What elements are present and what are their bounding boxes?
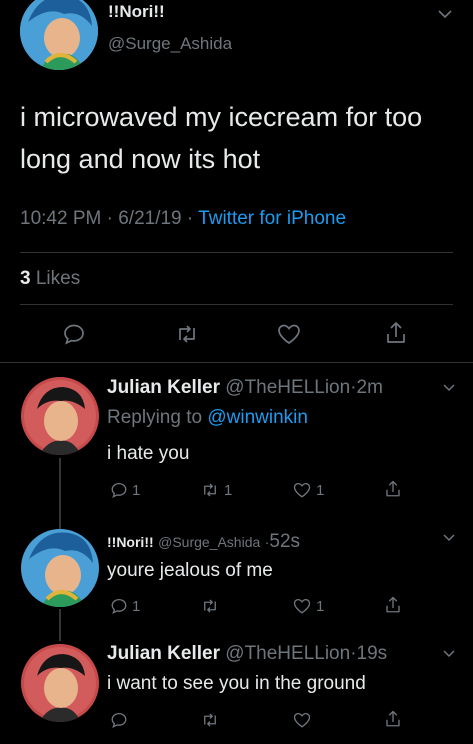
share-icon[interactable] [384,320,408,346]
chevron-down-icon[interactable] [442,383,456,393]
reply-author-name[interactable]: Julian Keller [107,377,220,398]
author-name[interactable]: !!Nori!! [108,2,165,22]
meta-separator: · [106,208,113,229]
likes-count[interactable]: 3 Likes [20,268,80,290]
reply-text: i hate you [107,443,190,464]
chevron-down-icon[interactable] [437,8,453,20]
retweet-icon [200,597,220,615]
replying-to-label: Replying to [107,407,203,428]
share-icon[interactable] [384,595,402,615]
reply-author-name[interactable]: Julian Keller [107,643,220,664]
like-icon [292,597,312,615]
reply-time[interactable]: 19s [357,643,388,664]
replying-to-handle[interactable]: @winwinkin [207,407,308,428]
reply-text: youre jealous of me [107,560,273,581]
avatar[interactable] [20,0,98,70]
tweet-text: i microwaved my icecream for too long an… [20,96,422,180]
author-handle[interactable]: @Surge_Ashida [108,34,232,54]
reply-author-handle[interactable]: @TheHELLion [225,377,350,398]
reply-text: i want to see you in the ground [107,673,366,694]
tweet-date[interactable]: 6/21/19 [118,208,181,229]
avatar[interactable] [21,529,99,607]
meta-separator: · [186,208,194,229]
retweet-button[interactable]: 1 [200,481,232,499]
reply-icon [110,597,128,615]
divider [0,362,473,363]
reply-author-handle[interactable]: @TheHELLion [225,643,350,664]
retweet-icon[interactable] [200,711,220,729]
likes-label: Likes [35,268,81,289]
reply-count: 1 [132,597,141,615]
like-button[interactable]: 1 [292,597,324,615]
thread-line [59,458,61,532]
chevron-down-icon[interactable] [442,649,456,659]
tweet-source[interactable]: Twitter for iPhone [198,208,346,229]
retweet-icon[interactable] [174,322,200,346]
like-icon [292,481,312,499]
reply-icon[interactable] [110,711,128,729]
divider [20,252,453,253]
avatar[interactable] [21,377,99,455]
reply-author-name[interactable]: !!Nori!! [107,534,154,550]
reply-button[interactable]: 1 [110,481,140,499]
share-icon[interactable] [384,709,402,729]
reply-time[interactable]: 52s [269,531,300,552]
avatar[interactable] [21,644,99,722]
tweet-time[interactable]: 10:42 PM [20,208,101,229]
replying-to: Replying to @winwinkin [107,407,308,429]
divider [20,304,453,305]
reply-header: Julian Keller @TheHELLion·2m [107,377,383,399]
reply-header: !!Nori!! @Surge_Ashida ·52s [107,531,300,553]
retweet-icon [200,481,220,499]
thread-line [59,609,61,641]
likes-number: 3 [20,268,31,289]
like-button[interactable]: 1 [292,481,324,499]
reply-icon [110,481,128,499]
reply-count: 1 [132,481,141,499]
like-count: 1 [316,481,325,499]
share-icon[interactable] [384,479,402,499]
reply-author-handle[interactable]: @Surge_Ashida [158,534,260,550]
like-icon[interactable] [292,711,312,729]
chevron-down-icon[interactable] [442,533,456,543]
reply-header: Julian Keller @TheHELLion·19s [107,643,387,665]
reply-button[interactable]: 1 [110,597,140,615]
like-count: 1 [316,597,325,615]
tweet-text-line-2: long and now its hot [20,144,261,174]
reply-icon[interactable] [62,322,86,346]
reply-time[interactable]: 2m [357,377,383,398]
tweet-meta: 10:42 PM · 6/21/19 · Twitter for iPhone [20,208,346,230]
like-icon[interactable] [276,322,302,346]
tweet-text-line-1: i microwaved my icecream for too [20,102,423,132]
retweet-count: 1 [224,481,233,499]
retweet-button[interactable] [200,597,224,615]
